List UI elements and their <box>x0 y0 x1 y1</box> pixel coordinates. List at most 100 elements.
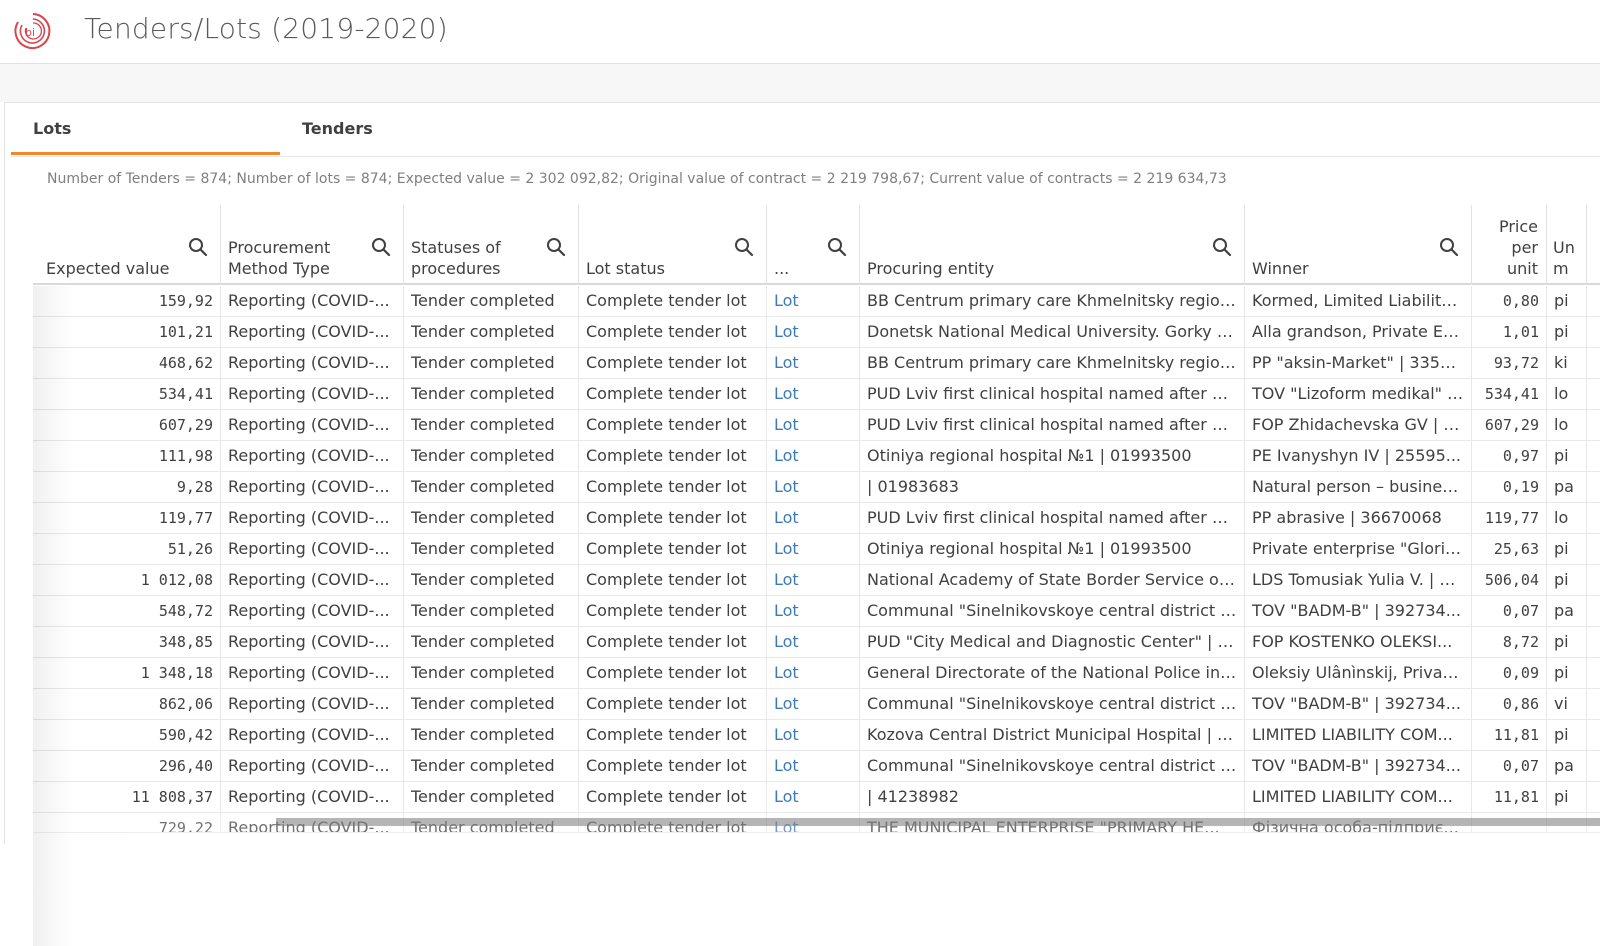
cell-procurement-method-type: Reporting (COVID-... <box>221 441 404 472</box>
cell-lot-link[interactable]: Lot <box>767 441 860 472</box>
table-body: 159,92 Reporting (COVID-... Tender complet… <box>33 286 1600 833</box>
cell-lot-status: Complete tender lot <box>579 472 767 503</box>
cell-price-per-unit: 0,86 <box>1472 689 1547 720</box>
horizontal-scrollbar[interactable] <box>276 818 1600 826</box>
table-row[interactable]: 159,92 Reporting (COVID-... Tender complet… <box>33 286 1600 317</box>
cell-lot-link[interactable]: Lot <box>767 317 860 348</box>
cell-unit-measure: ki <box>1547 348 1587 379</box>
cell-lot-link[interactable]: Lot <box>767 627 860 658</box>
table-row[interactable]: 111,98 Reporting (COVID-... Tender complet… <box>33 441 1600 472</box>
table-row[interactable]: 101,21 Reporting (COVID-... Tender complet… <box>33 317 1600 348</box>
table-row[interactable]: 590,42 Reporting (COVID-... Tender complet… <box>33 720 1600 751</box>
cell-lot-link[interactable]: Lot <box>767 689 860 720</box>
cell-procuring-entity: Otiniya regional hospital №1 | 01993500 <box>860 441 1245 472</box>
column-header-winner[interactable]: Winner <box>1245 205 1472 285</box>
table-row[interactable]: 119,77 Reporting (COVID-... Tender complet… <box>33 503 1600 534</box>
cell-statuses-of-procedures: Tender completed <box>404 782 579 813</box>
table-row[interactable]: 9,28 Reporting (COVID-... Tender completed… <box>33 472 1600 503</box>
table-row[interactable]: 607,29 Reporting (COVID-... Tender complet… <box>33 410 1600 441</box>
search-icon[interactable] <box>1439 237 1459 257</box>
search-icon[interactable] <box>1212 237 1232 257</box>
cell-lot-link[interactable]: Lot <box>767 658 860 689</box>
table-row[interactable]: 468,62 Reporting (COVID-... Tender complet… <box>33 348 1600 379</box>
cell-lot-link[interactable]: Lot <box>767 348 860 379</box>
cell-statuses-of-procedures: Tender completed <box>404 472 579 503</box>
cell-winner: Oleksiy Ulânìnskij, Privat... <box>1245 658 1472 689</box>
cell-lot-link[interactable]: Lot <box>767 720 860 751</box>
cell-statuses-of-procedures: Tender completed <box>404 441 579 472</box>
search-icon[interactable] <box>734 237 754 257</box>
cell-lot-status: Complete tender lot <box>579 317 767 348</box>
cell-lot-status: Complete tender lot <box>579 565 767 596</box>
page-title: Tenders/Lots (2019-2020) <box>84 12 448 45</box>
table-row[interactable]: 51,26 Reporting (COVID-... Tender complete… <box>33 534 1600 565</box>
app-logo-icon[interactable]: bi <box>12 10 54 52</box>
cell-lot-link[interactable]: Lot <box>767 751 860 782</box>
tab-tenders[interactable]: Tenders <box>280 103 549 155</box>
cell-lot-status: Complete tender lot <box>579 720 767 751</box>
cell-lot-link[interactable]: Lot <box>767 286 860 317</box>
cell-expected-value: 348,85 <box>33 627 221 658</box>
column-header-expected-value[interactable]: Expected value <box>33 205 221 285</box>
search-icon[interactable] <box>546 237 566 257</box>
search-icon[interactable] <box>827 237 847 257</box>
cell-unit-measure: pi <box>1547 782 1587 813</box>
cell-expected-value: 1 012,08 <box>33 565 221 596</box>
column-header-lot-status[interactable]: Lot status <box>579 205 767 285</box>
table-row[interactable]: 862,06 Reporting (COVID-... Tender complet… <box>33 689 1600 720</box>
table-header: Expected value Procurement Method Type Sta… <box>33 205 1600 285</box>
cell-price-per-unit: 119,77 <box>1472 503 1547 534</box>
cell-unit-measure: pa <box>1547 596 1587 627</box>
cell-expected-value: 862,06 <box>33 689 221 720</box>
table-row[interactable]: 296,40 Reporting (COVID-... Tender complet… <box>33 751 1600 782</box>
cell-statuses-of-procedures: Tender completed <box>404 627 579 658</box>
cell-lot-status: Complete tender lot <box>579 596 767 627</box>
cell-lot-link[interactable]: Lot <box>767 472 860 503</box>
cell-procurement-method-type: Reporting (COVID-... <box>221 720 404 751</box>
table-row[interactable]: 1 012,08 Reporting (COVID-... Tender compl… <box>33 565 1600 596</box>
cell-lot-status: Complete tender lot <box>579 286 767 317</box>
cell-price-per-unit: 0,97 <box>1472 441 1547 472</box>
column-header-statuses-of-procedures[interactable]: Statuses of procedures <box>404 205 579 285</box>
cell-procurement-method-type: Reporting (COVID-... <box>221 317 404 348</box>
table-row[interactable]: 1 348,18 Reporting (COVID-... Tender compl… <box>33 658 1600 689</box>
cell-procuring-entity: National Academy of State Border Service… <box>860 565 1245 596</box>
tab-lots[interactable]: Lots <box>11 103 280 155</box>
column-header-procurement-method-type[interactable]: Procurement Method Type <box>221 205 404 285</box>
cell-lot-link[interactable]: Lot <box>767 596 860 627</box>
column-header-label: Procuring entity <box>867 259 995 278</box>
cell-unit-measure: pi <box>1547 627 1587 658</box>
cell-procuring-entity: BB Centrum primary care Khmelnitsky regi… <box>860 348 1245 379</box>
table-row[interactable]: 534,41 Reporting (COVID-... Tender complet… <box>33 379 1600 410</box>
table-row[interactable]: 11 808,37 Reporting (COVID-... Tender comp… <box>33 782 1600 813</box>
cell-lot-status: Complete tender lot <box>579 379 767 410</box>
cell-unit-measure: vi <box>1547 689 1587 720</box>
cell-lot-link[interactable]: Lot <box>767 534 860 565</box>
search-icon[interactable] <box>371 237 391 257</box>
cell-price-per-unit: 8,72 <box>1472 627 1547 658</box>
search-icon[interactable] <box>188 237 208 257</box>
cell-lot-link[interactable]: Lot <box>767 782 860 813</box>
cell-lot-link[interactable]: Lot <box>767 410 860 441</box>
cell-lot-link[interactable]: Lot <box>767 503 860 534</box>
cell-unit-measure: pa <box>1547 472 1587 503</box>
column-header-procuring-entity[interactable]: Procuring entity <box>860 205 1245 285</box>
cell-lot-link[interactable]: Lot <box>767 379 860 410</box>
cell-winner: PP "aksin-Market" | 3357... <box>1245 348 1472 379</box>
table-row[interactable]: 348,85 Reporting (COVID-... Tender complet… <box>33 627 1600 658</box>
cell-procurement-method-type: Reporting (COVID-... <box>221 286 404 317</box>
app-header: bi Tenders/Lots (2019-2020) <box>0 0 1600 64</box>
cell-procuring-entity: Communal "Sinelnikovskoye central distri… <box>860 596 1245 627</box>
column-header-label: Expected value <box>46 259 170 278</box>
column-header-lot-link[interactable]: ... <box>767 205 860 285</box>
column-header-unit-measure[interactable]: Un m <box>1547 205 1587 285</box>
cell-lot-status: Complete tender lot <box>579 441 767 472</box>
table-row[interactable]: 548,72 Reporting (COVID-... Tender complet… <box>33 596 1600 627</box>
cell-expected-value: 548,72 <box>33 596 221 627</box>
cell-price-per-unit: 1,01 <box>1472 317 1547 348</box>
cell-lot-link[interactable]: Lot <box>767 565 860 596</box>
column-header-price-per-unit[interactable]: Price per unit <box>1472 205 1547 285</box>
cell-statuses-of-procedures: Tender completed <box>404 286 579 317</box>
cell-procurement-method-type: Reporting (COVID-... <box>221 689 404 720</box>
cell-winner: TOV "BADM-B" | 392734... <box>1245 596 1472 627</box>
